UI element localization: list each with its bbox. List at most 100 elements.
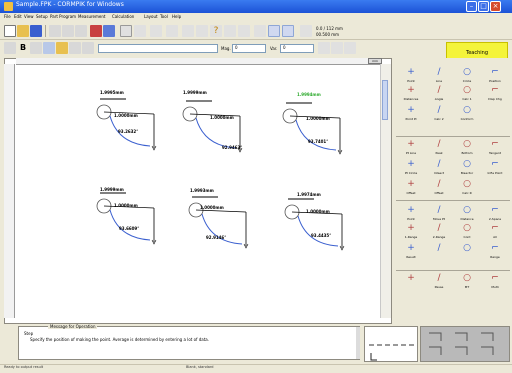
tool-point-pl[interactable]: + Point Pl	[398, 104, 424, 124]
angle-icon: ∕	[437, 85, 441, 95]
message-text: Specify the position of making the point…	[30, 337, 210, 342]
tool-label: Cont	[463, 235, 471, 239]
tool-line[interactable]: ∕ Line	[426, 66, 452, 86]
tool-label: MT	[464, 285, 470, 289]
tool-label: All	[493, 235, 497, 239]
position-icon: ⌐	[491, 67, 499, 77]
tool-label: Line	[435, 79, 443, 83]
point-icon: +	[407, 67, 415, 77]
offset-icon: +	[407, 179, 415, 189]
tool-conform[interactable]: ○ Conform	[454, 104, 480, 124]
tool-position[interactable]: ⌐ Position	[482, 66, 508, 86]
tool-pause[interactable]: ∕ Pause	[426, 272, 452, 292]
tool-circle[interactable]: ○ Circle	[454, 66, 480, 86]
tool-2-range[interactable]: ∕ 2-Range	[426, 222, 452, 242]
tool-distance2[interactable]: ○ Distance	[454, 204, 480, 224]
distance-icon: +	[407, 85, 415, 95]
tool-label: Calc 1	[462, 97, 472, 101]
tool-calc-r[interactable]: ○ Calc R	[454, 178, 480, 198]
inflection-icon: ⌐	[491, 159, 499, 169]
tool-1-range[interactable]: +1-Range	[398, 222, 424, 242]
tool-point[interactable]: + Point	[398, 66, 424, 86]
result-icon: +	[407, 243, 415, 253]
tool-offset[interactable]: + Offset	[398, 178, 424, 198]
peak-icon: ∕	[437, 139, 441, 149]
calc-r-icon: ○	[463, 179, 471, 189]
tool-intersect[interactable]: ∕ Intsect	[426, 158, 452, 178]
tool-range[interactable]: ⌐ Range	[482, 242, 508, 262]
tool-label: Offset	[434, 191, 444, 195]
tool-pt-line[interactable]: + Pt Line	[398, 138, 424, 158]
tool-blank[interactable]: ∕	[426, 242, 452, 262]
panel-divider	[396, 270, 510, 271]
radius-line	[195, 209, 247, 213]
message-title: Message for Operation	[48, 324, 98, 329]
distance2-icon: ○	[463, 205, 471, 215]
tool-result[interactable]: + Result	[398, 242, 424, 262]
offset2-icon: ∕	[437, 179, 441, 189]
tool-label: Move Pt	[433, 217, 445, 221]
tool-offset2[interactable]: ∕ Offset	[426, 178, 452, 198]
pt-circle-icon: +	[407, 159, 415, 169]
tool-all[interactable]: ⌐ All	[482, 222, 508, 242]
calc2-icon: ∕	[437, 105, 441, 115]
measure-4-angle: 93.6609°	[119, 226, 140, 231]
measure-5-radius: 1.0000mm	[200, 205, 224, 210]
tool-inflection[interactable]: ⌐ Infle Point	[482, 158, 508, 178]
measure-2-dia: 1.9999mm	[183, 90, 207, 95]
tool-point2[interactable]: + Point	[398, 204, 424, 224]
tool-label: Disp Chg	[488, 97, 502, 101]
message-step: Step	[24, 331, 34, 336]
tool-label: 1-Range	[404, 235, 418, 239]
tool-blank2[interactable]: ○	[454, 242, 480, 262]
tool-cont[interactable]: ○ Cont	[454, 222, 480, 242]
tool-distance[interactable]: + Distances	[398, 84, 424, 104]
cont-icon: ○	[463, 223, 471, 233]
tool-angle[interactable]: ∕ Angle	[426, 84, 452, 104]
tool-2-space[interactable]: ⌐ 2-Space	[482, 204, 508, 224]
measure-2-angle: 92.9463°	[222, 145, 243, 150]
status-left: Ready to output result	[4, 365, 44, 369]
tool-label: Point	[407, 79, 415, 83]
measure-3-dia: 1.9994mm	[297, 92, 321, 97]
measure-6-angle: 93.4435°	[311, 233, 332, 238]
range-icon: ⌐	[491, 243, 499, 253]
disp-chg-icon: ⌐	[491, 85, 499, 95]
tool-disp-chg[interactable]: ⌐ Disp Chg	[482, 84, 508, 104]
measure-6-radius: 1.0000mm	[306, 209, 330, 214]
tool-label: Distance	[460, 217, 474, 221]
point2-icon: +	[407, 205, 415, 215]
tool-label: 2-Range	[432, 235, 446, 239]
tool-label: Calc 2	[434, 117, 444, 121]
message-scrollbar[interactable]	[356, 327, 360, 359]
tool-label: Calc R	[462, 191, 472, 195]
pt-line-icon: +	[407, 139, 415, 149]
tool-calc1[interactable]: ○ Calc 1	[454, 84, 480, 104]
tool-label: 2-Space	[488, 217, 502, 221]
bisector-icon: ○	[463, 159, 471, 169]
1-range-icon: +	[407, 223, 415, 233]
measure-3-angle: 93.7401°	[308, 139, 329, 144]
tool-calc2[interactable]: ∕ Calc 2	[426, 104, 452, 124]
tool-move-pt[interactable]: ∕ Move Pt	[426, 204, 452, 224]
blank2-icon: ○	[463, 243, 471, 253]
tool-label: Bottom	[461, 151, 473, 155]
tool-mt[interactable]: ○ MT	[454, 272, 480, 292]
tool-bisector[interactable]: ○ Bisector	[454, 158, 480, 178]
tool-label: Angle	[434, 97, 444, 101]
tool-label: Peak	[435, 151, 443, 155]
tool-tangent[interactable]: ⌐ Tangent	[482, 138, 508, 158]
arc-path	[295, 119, 337, 151]
tool-peak[interactable]: ∕ Peak	[426, 138, 452, 158]
tool-label: Pt Line	[405, 151, 417, 155]
measure-1-angle: 93.2632°	[118, 129, 139, 134]
overview-preview	[429, 332, 494, 355]
pause-icon: ∕	[437, 273, 441, 283]
tool-pt-circle[interactable]: + Pt Circle	[398, 158, 424, 178]
measure-2-radius: 1.0000mm	[210, 115, 234, 120]
preview-pane-profile	[364, 326, 418, 362]
tool-multi[interactable]: ⌐ Multi	[482, 272, 508, 292]
tool-label: Intsect	[433, 171, 445, 175]
tool-bottom[interactable]: ○ Bottom	[454, 138, 480, 158]
tool-run[interactable]: +	[398, 272, 424, 292]
